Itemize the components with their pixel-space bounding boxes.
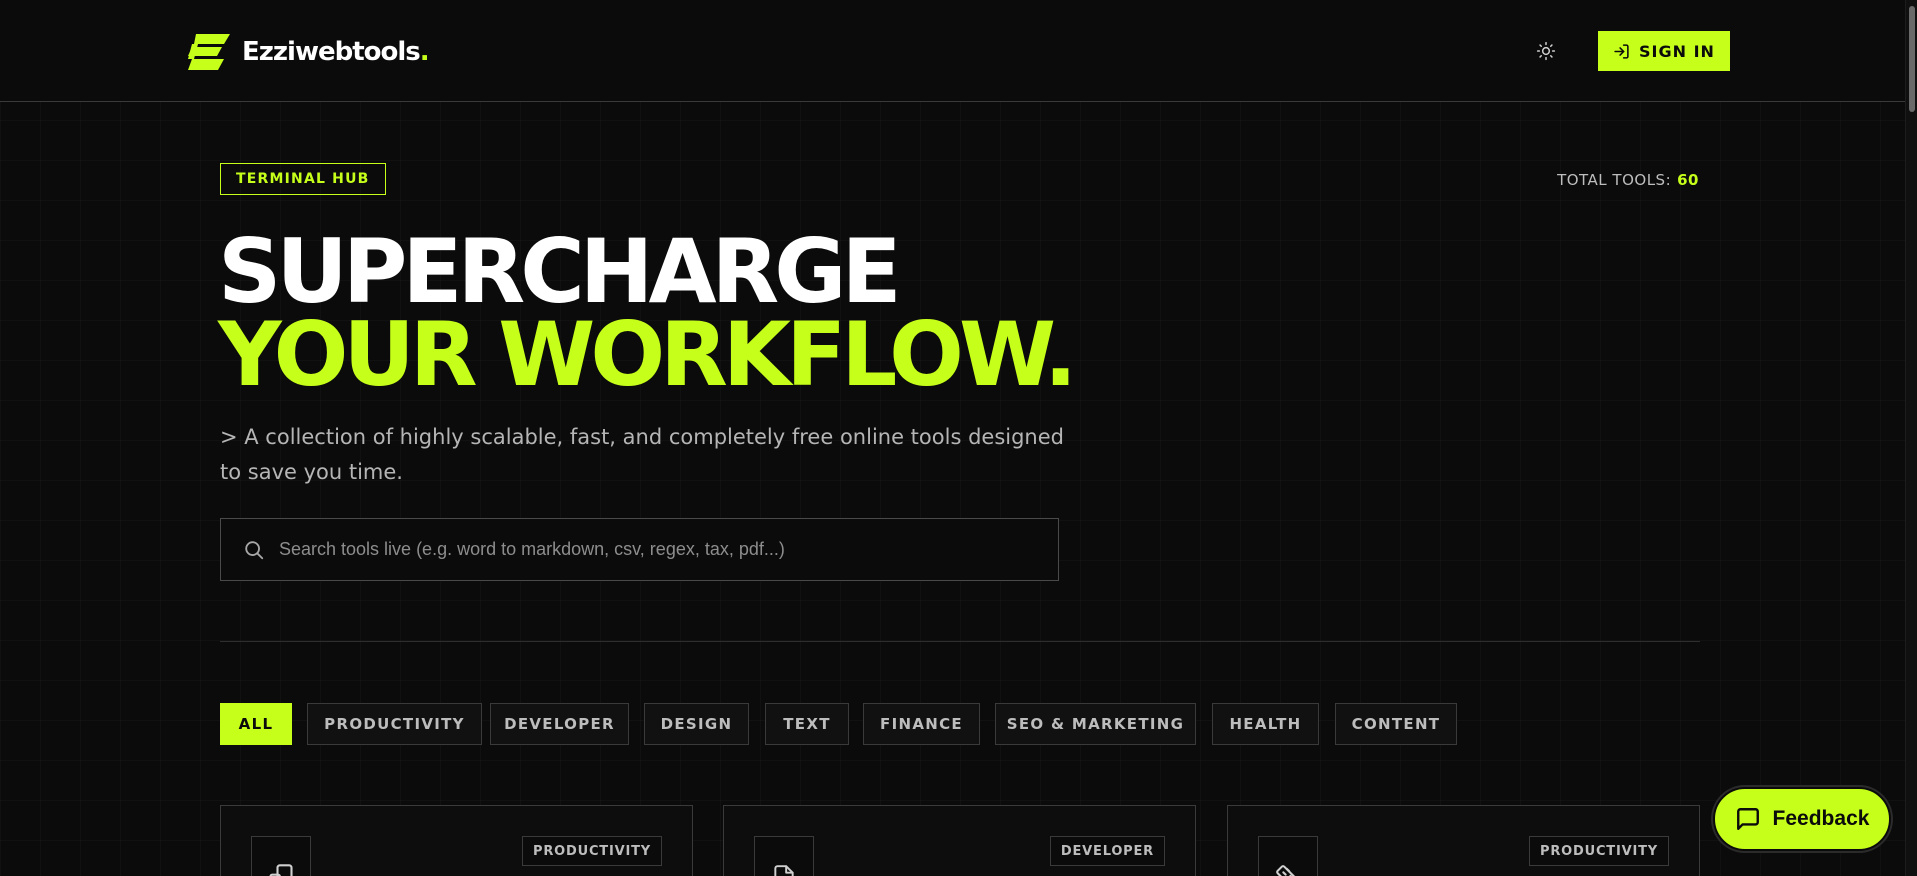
sun-icon [1536,41,1556,61]
hero-subtitle: > A collection of highly scalable, fast,… [220,425,1064,484]
search-bar [220,518,1059,581]
tool-card[interactable]: PRODUCTIVITY [220,805,693,876]
scrollbar-thumb[interactable] [1909,6,1915,112]
tool-card[interactable]: DEVELOPER [723,805,1196,876]
tool-category-tag: DEVELOPER [1049,836,1165,866]
top-navigation-bar: Ezziwebtools. SIGN IN [0,0,1905,102]
filter-chip-productivity[interactable]: PRODUCTIVITY [307,703,482,745]
code-file-icon [774,865,794,876]
total-tools-counter: TOTAL TOOLS: 60 [1557,171,1699,189]
feedback-label: Feedback [1772,807,1870,830]
chat-icon [1736,808,1759,830]
theme-toggle-button[interactable] [1533,38,1559,64]
tool-card[interactable]: PRODUCTIVITY [1227,805,1700,876]
tool-card-icon-box [754,836,814,876]
tool-category-tag: PRODUCTIVITY [522,836,662,866]
headline-line-2: YOUR WORKFLOW. [218,303,1077,406]
tool-card-icon-box [251,836,311,876]
brand-logo[interactable]: Ezziwebtools. [188,32,430,72]
filter-chip-finance[interactable]: FINANCE [863,703,980,745]
page-scrollbar[interactable] [1905,0,1917,876]
total-tools-value: 60 [1677,171,1699,189]
sign-in-label: SIGN IN [1639,41,1715,61]
devices-icon [269,864,293,876]
brand-logo-icon [188,34,230,70]
tool-card-icon-box [1258,836,1318,876]
filter-chip-design[interactable]: DESIGN [644,703,749,745]
search-input[interactable] [279,519,1058,580]
total-tools-label: TOTAL TOOLS: [1557,171,1672,189]
filter-chip-developer[interactable]: DEVELOPER [490,703,629,745]
terminal-hub-badge: TERMINAL HUB [220,163,386,195]
feedback-button[interactable]: Feedback [1713,787,1891,851]
login-icon [1614,43,1629,59]
sign-in-button[interactable]: SIGN IN [1598,31,1730,71]
tool-category-tag: PRODUCTIVITY [1529,836,1669,866]
filter-chip-text[interactable]: TEXT [765,703,849,745]
ruler-icon [1276,865,1300,876]
filter-chip-content[interactable]: CONTENT [1335,703,1457,745]
filter-chip-health[interactable]: HEALTH [1212,703,1319,745]
search-icon [245,540,264,559]
filter-chip-seo-marketing[interactable]: SEO & MARKETING [995,703,1196,745]
section-divider [220,641,1700,642]
brand-name: Ezziwebtools. [242,37,430,67]
brand-dot: . [419,37,430,67]
filter-chip-all[interactable]: ALL [220,703,292,745]
